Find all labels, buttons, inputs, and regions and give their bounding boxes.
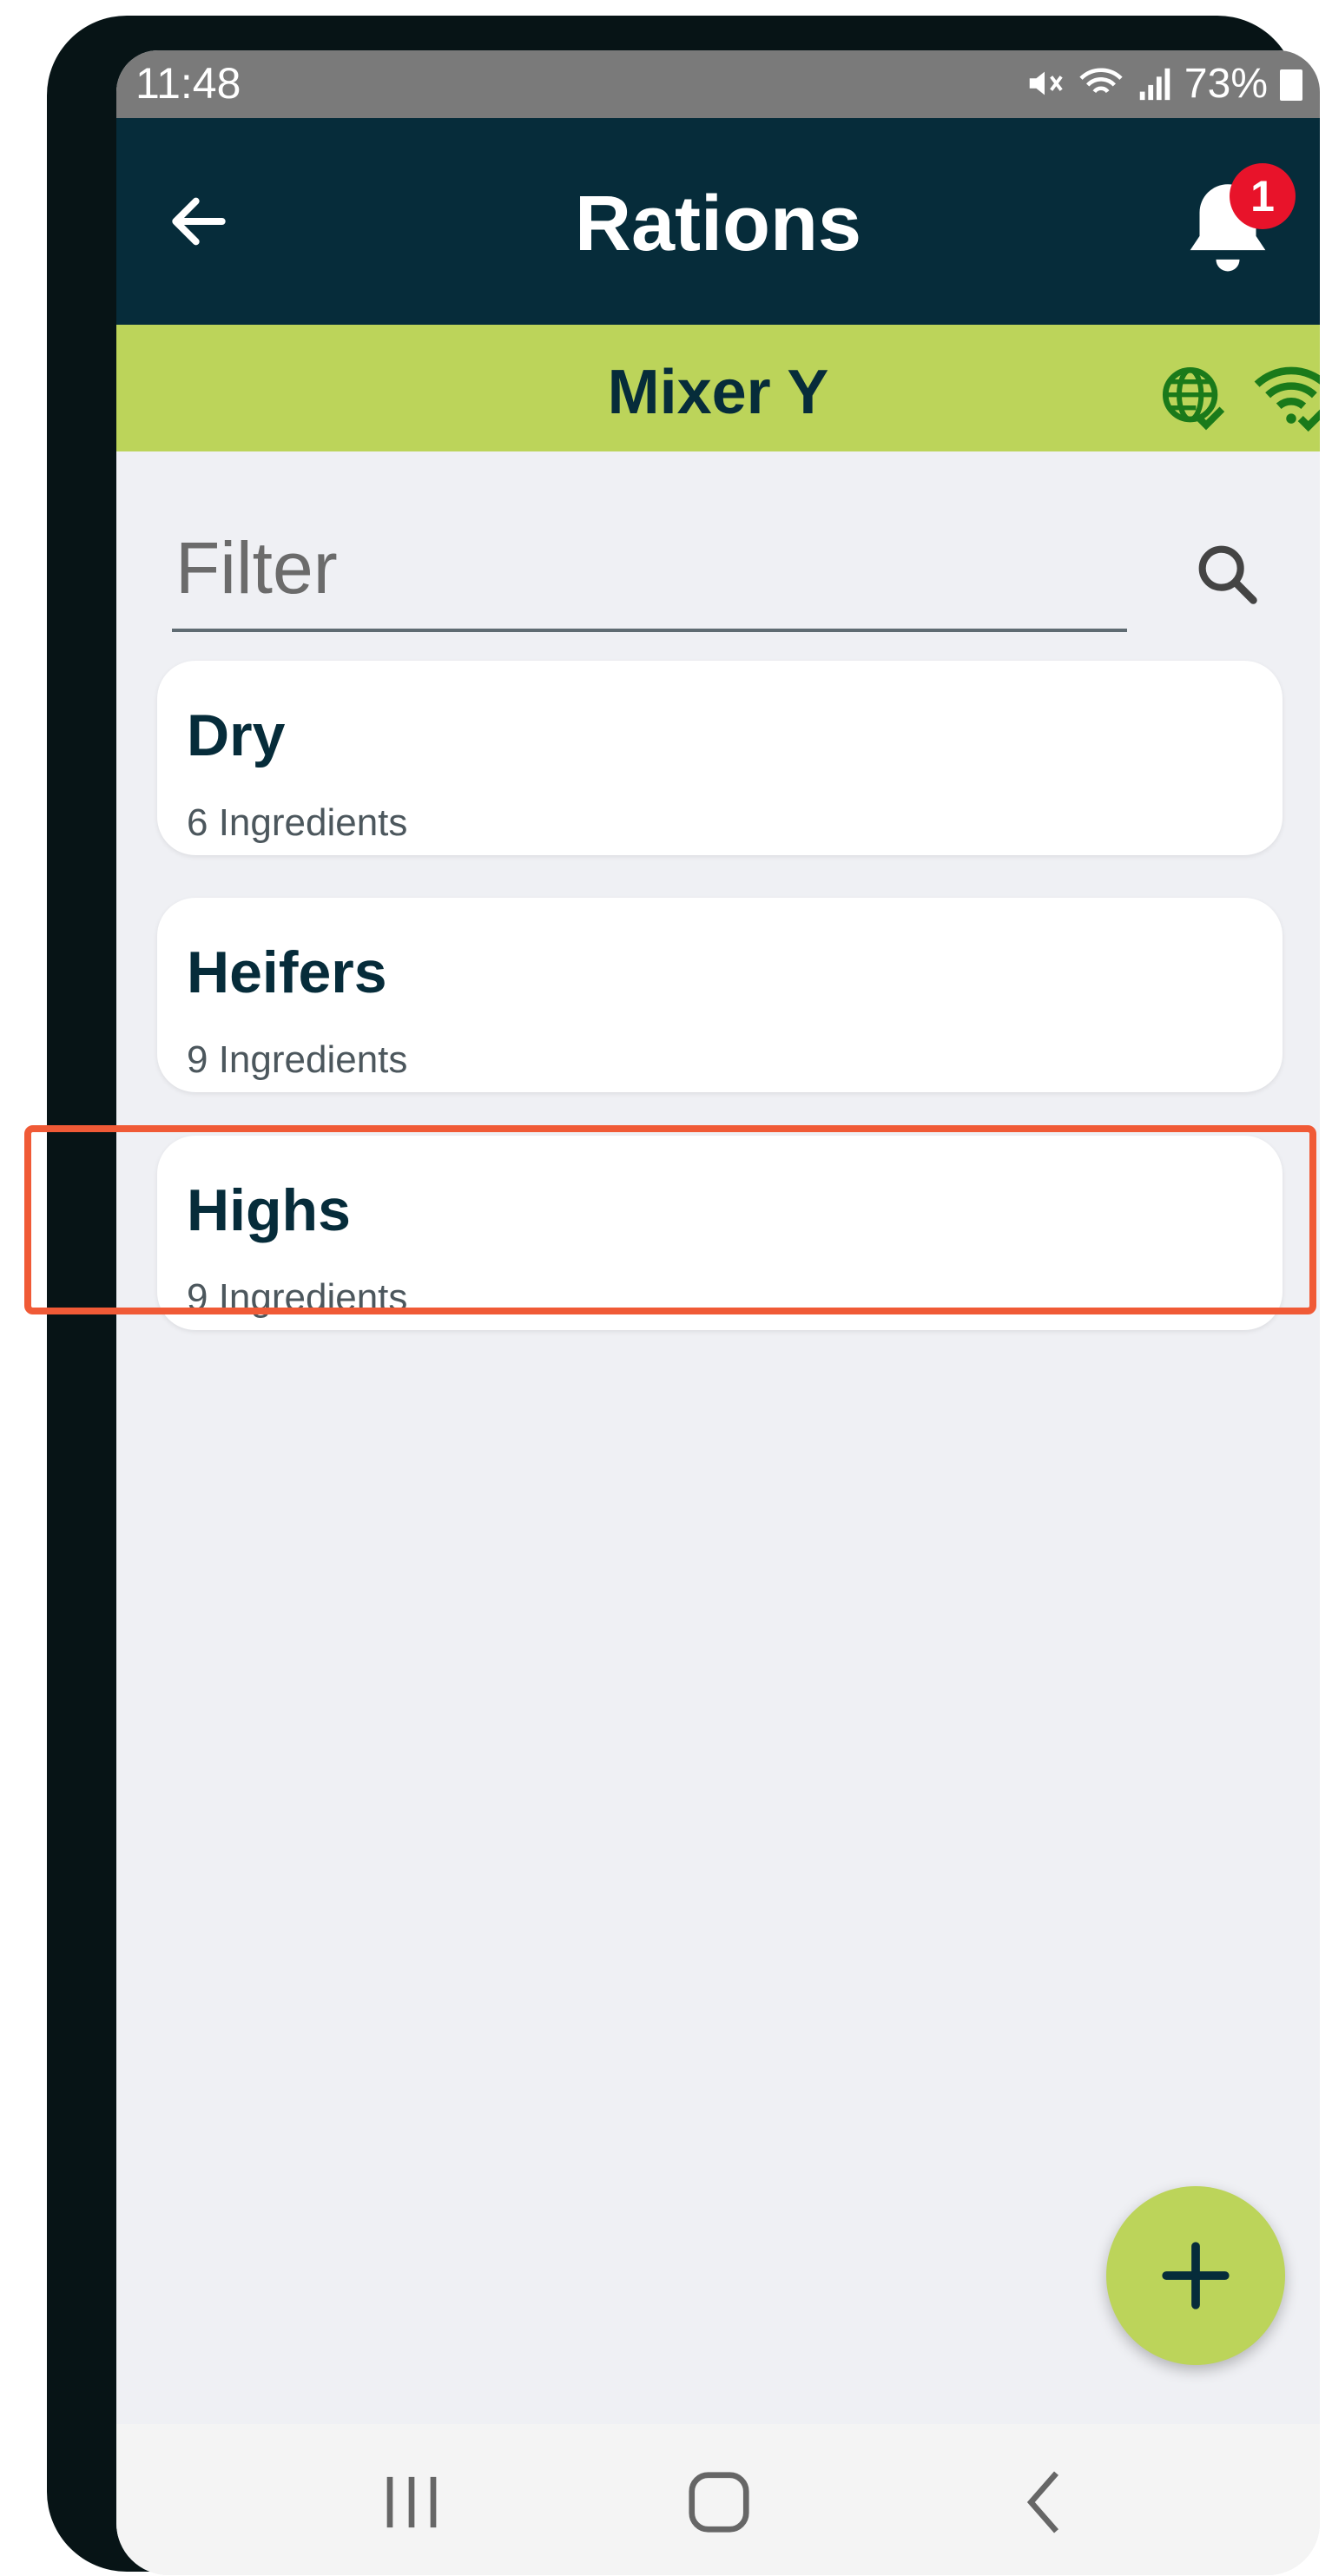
ration-name: Highs bbox=[187, 1177, 351, 1243]
page-title: Rations bbox=[574, 181, 862, 267]
mute-icon bbox=[1029, 71, 1063, 96]
search-button[interactable] bbox=[1190, 537, 1266, 613]
filter-input[interactable] bbox=[172, 519, 1127, 616]
system-nav-bar bbox=[116, 2424, 1320, 2575]
home-icon bbox=[689, 2472, 749, 2533]
chevron-left-icon bbox=[1026, 2471, 1059, 2533]
battery-percent: 73% bbox=[1184, 60, 1268, 107]
ration-ingredients: 9 Ingredients bbox=[187, 1276, 408, 1319]
status-time: 11:48 bbox=[135, 59, 241, 108]
ration-card-dry[interactable]: Dry 6 Ingredients bbox=[157, 661, 1283, 855]
globe-check-icon bbox=[1163, 367, 1225, 431]
ration-name: Dry bbox=[187, 702, 286, 768]
mixer-bar: Mixer Y bbox=[116, 325, 1320, 451]
ration-ingredients: 6 Ingredients bbox=[187, 801, 408, 844]
mixer-name: Mixer Y bbox=[607, 358, 829, 427]
status-bar: 11:48 73% bbox=[116, 50, 1320, 118]
battery-icon bbox=[1280, 69, 1302, 101]
notification-badge: 1 bbox=[1230, 163, 1296, 229]
phone-frame: 11:48 73% Rations 1 Mixer Y Filter Dry 6… bbox=[47, 16, 1320, 2575]
ration-card-highs[interactable]: Highs 9 Ingredients bbox=[157, 1136, 1283, 1330]
recent-apps-button[interactable] bbox=[368, 2459, 455, 2546]
search-icon bbox=[1198, 545, 1257, 604]
recent-apps-icon bbox=[386, 2476, 437, 2528]
status-icons: 73% bbox=[1025, 57, 1302, 109]
add-ration-button[interactable] bbox=[1106, 2186, 1285, 2365]
wifi-status-icon bbox=[1079, 68, 1123, 94]
ration-ingredients: 9 Ingredients bbox=[187, 1038, 408, 1081]
wifi-check-icon bbox=[1254, 366, 1320, 432]
filter-field[interactable] bbox=[172, 519, 1127, 632]
ration-card-heifers[interactable]: Heifers 9 Ingredients bbox=[157, 898, 1283, 1092]
home-button[interactable] bbox=[676, 2459, 762, 2546]
ration-name: Heifers bbox=[187, 939, 387, 1005]
plus-icon bbox=[1162, 2242, 1230, 2309]
app-bar: Rations 1 bbox=[116, 118, 1320, 325]
signal-icon bbox=[1139, 68, 1170, 101]
system-back-button[interactable] bbox=[1002, 2459, 1089, 2546]
screen: 11:48 73% Rations 1 Mixer Y Filter Dry 6… bbox=[116, 50, 1320, 2575]
